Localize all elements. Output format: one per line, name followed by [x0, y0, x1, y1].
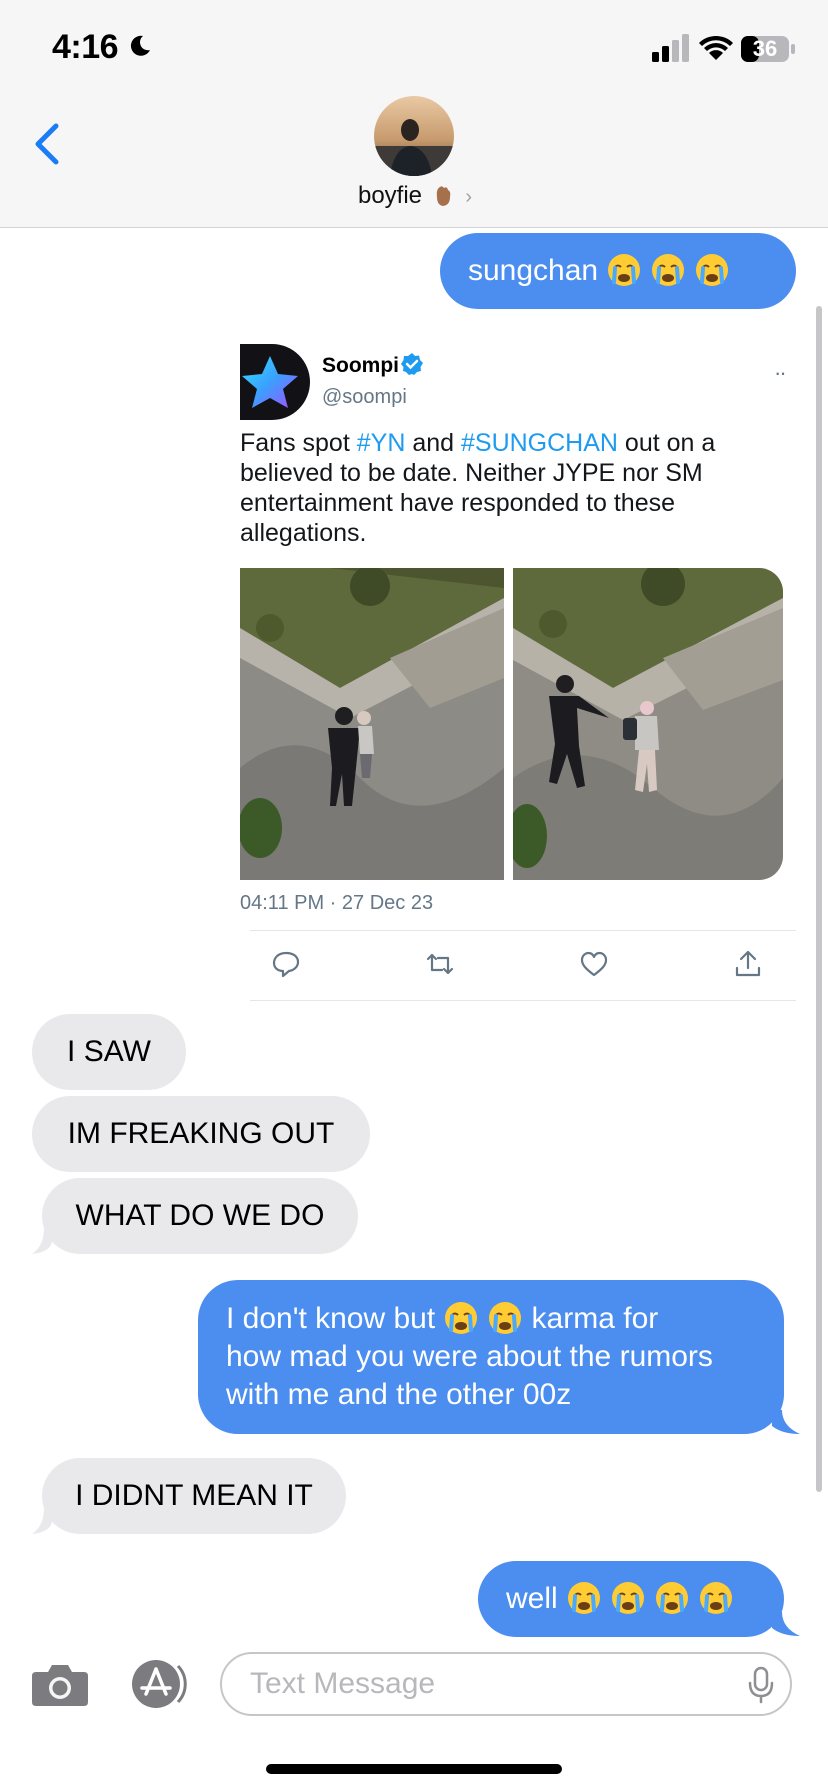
hand-emoji-icon: [436, 186, 450, 206]
chevron-right-icon: ›: [465, 186, 473, 208]
received-message[interactable]: IM FREAKING OUT: [32, 1096, 370, 1172]
microphone-icon[interactable]: [746, 1666, 776, 1704]
like-icon[interactable]: [578, 948, 610, 980]
message-line: how mad you were about the rumors: [226, 1340, 713, 1373]
share-icon[interactable]: [732, 948, 764, 980]
tweet-photo-2[interactable]: [513, 568, 783, 880]
tweet-line-1: Fans spot #YN and #SUNGCHAN out on a: [240, 428, 760, 458]
street-photo-couple-walking: [513, 568, 783, 880]
hashtag-sungchan[interactable]: #SUNGCHAN: [461, 429, 618, 457]
tweet-timestamp: 04:11 PM · 27 Dec 23: [240, 892, 434, 914]
received-message[interactable]: I SAW: [32, 1014, 186, 1090]
conversation-header: 4:16 36 boyfie ›: [0, 0, 828, 228]
crying-emoji-icon: [655, 1582, 688, 1614]
tweet-line-3: entertainment have responded to these: [240, 489, 676, 517]
soompi-star-logo: [240, 344, 310, 420]
received-message[interactable]: I DIDNT MEAN IT: [42, 1458, 346, 1534]
reply-icon[interactable]: [270, 948, 302, 980]
message-input[interactable]: [250, 1664, 710, 1704]
wifi-icon: [699, 35, 733, 60]
message-text: I DIDNT MEAN IT: [75, 1479, 313, 1512]
message-text: karma for: [531, 1302, 659, 1335]
contact-name: boyfie: [357, 182, 423, 209]
more-options-icon[interactable]: ··: [774, 360, 787, 386]
hashtag-yn[interactable]: #YN: [357, 429, 406, 457]
crying-emoji-icon: [608, 254, 641, 286]
tweet-card[interactable]: Soompi @soompi ·· Fans spot #YN and #SUN…: [240, 332, 800, 1006]
message-line: I don't know but karma for: [226, 1300, 756, 1338]
received-message[interactable]: WHAT DO WE DO: [42, 1178, 358, 1254]
battery-level: 36: [752, 36, 778, 61]
crying-emoji-icon: [611, 1582, 644, 1614]
sent-message[interactable]: sungchan: [440, 233, 796, 309]
message-input-field[interactable]: [220, 1652, 792, 1716]
crying-emoji-icon: [489, 1302, 522, 1334]
message-text: sungchan: [468, 254, 599, 287]
cellular-signal-icon: [652, 34, 689, 62]
app-store-icon[interactable]: [130, 1658, 190, 1710]
scroll-indicator[interactable]: [816, 306, 822, 1492]
tweet-divider: [250, 930, 796, 931]
back-chevron-icon[interactable]: [30, 118, 66, 170]
tweet-line-2: believed to be date. Neither JYPE nor SM: [240, 459, 703, 487]
tweet-text-segment: out on a: [617, 429, 716, 457]
street-photo-couple-standing: [240, 568, 504, 880]
retweet-icon[interactable]: [424, 948, 456, 980]
message-text: WHAT DO WE DO: [75, 1199, 325, 1232]
sent-message[interactable]: well: [478, 1561, 784, 1637]
tweet-text-segment: and: [405, 429, 461, 457]
message-text: I don't know but: [226, 1302, 436, 1335]
home-indicator[interactable]: [266, 1764, 562, 1774]
tweet-text: Fans spot #YN and #SUNGCHAN out on a bel…: [240, 428, 760, 548]
crying-emoji-icon: [652, 254, 685, 286]
moon-icon: [130, 35, 150, 56]
tweet-photo-1[interactable]: [240, 568, 504, 880]
tweet-line-4: allegations.: [240, 519, 367, 547]
sent-message[interactable]: I don't know but karma for how mad you w…: [198, 1280, 784, 1434]
camera-icon[interactable]: [30, 1660, 90, 1708]
crying-emoji-icon: [699, 1582, 732, 1614]
crying-emoji-icon: [567, 1582, 600, 1614]
tweet-text-segment: Fans spot: [240, 429, 357, 457]
tweet-author-name[interactable]: Soompi: [322, 354, 399, 378]
contact-avatar[interactable]: [374, 96, 454, 176]
tweet-author-handle[interactable]: @soompi: [322, 386, 407, 409]
crying-emoji-icon: [445, 1302, 478, 1334]
contact-name-row[interactable]: boyfie ›: [330, 182, 500, 210]
message-text: well: [506, 1582, 558, 1615]
message-text: IM FREAKING OUT: [67, 1117, 335, 1150]
verified-badge-icon: [401, 353, 423, 375]
tweet-divider: [250, 1000, 796, 1001]
message-text: I SAW: [67, 1035, 151, 1068]
status-time: 4:16: [52, 28, 119, 66]
crying-emoji-icon: [696, 254, 729, 286]
soompi-avatar[interactable]: [240, 344, 310, 420]
message-line: with me and the other 00z: [226, 1378, 572, 1411]
contact-photo: [374, 96, 454, 176]
